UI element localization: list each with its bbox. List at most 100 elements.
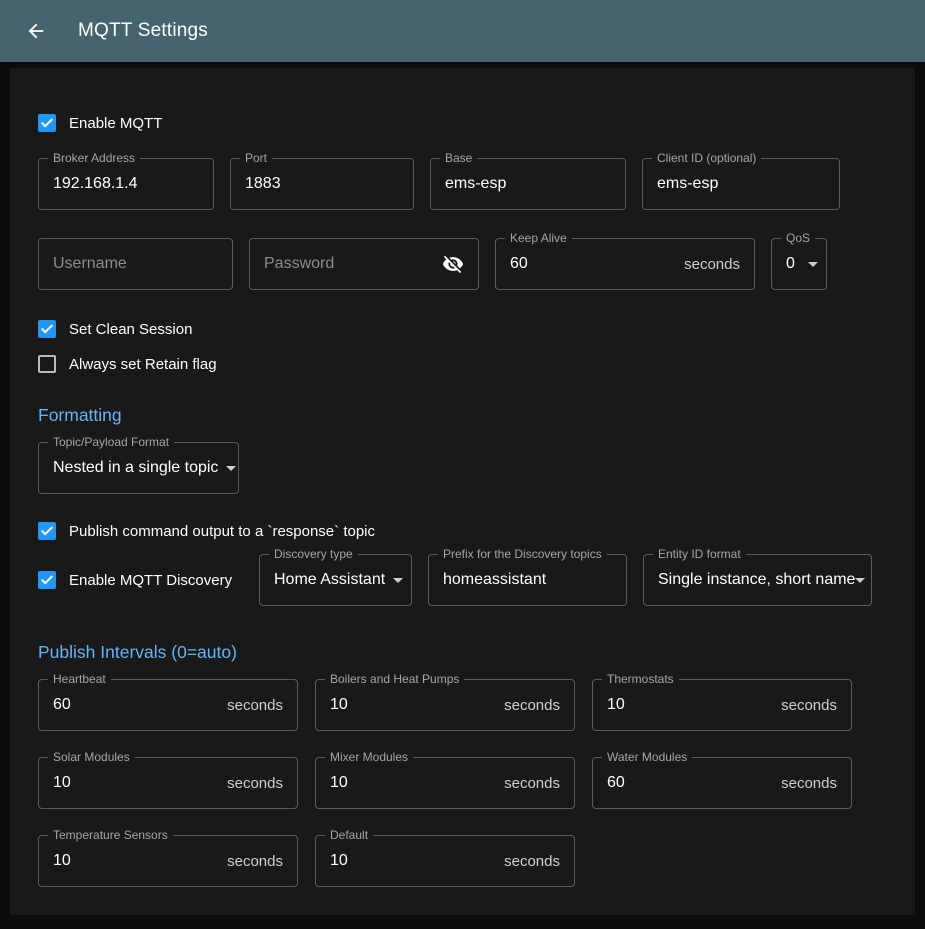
checkbox-label: Always set Retain flag xyxy=(69,356,217,373)
interval-field-temperature-sensors[interactable]: Temperature Sensors 10 seconds xyxy=(38,835,298,887)
field-label: Topic/Payload Format xyxy=(48,436,174,449)
field-label: Water Modules xyxy=(602,751,692,764)
password-field[interactable]: Password xyxy=(249,238,479,290)
field-value: 10 xyxy=(330,696,348,714)
field-placeholder: Username xyxy=(53,255,127,273)
checkbox-checked-icon xyxy=(38,114,56,132)
retain-flag-checkbox[interactable]: Always set Retain flag xyxy=(38,355,887,373)
checkbox-label: Enable MQTT Discovery xyxy=(69,572,232,589)
mqtt-discovery-checkbox[interactable]: Enable MQTT Discovery xyxy=(38,571,243,589)
interval-field-heartbeat[interactable]: Heartbeat 60 seconds xyxy=(38,679,298,731)
checkbox-label: Enable MQTT xyxy=(69,115,162,132)
field-label: Broker Address xyxy=(48,152,140,165)
field-label: Port xyxy=(240,152,272,165)
broker-row: Broker Address 192.168.1.4 Port 1883 Bas… xyxy=(38,158,887,210)
select-value: Single instance, short name xyxy=(658,571,855,589)
credentials-row: Username Password Keep Alive 60 seconds … xyxy=(38,238,887,290)
publish-response-checkbox[interactable]: Publish command output to a `response` t… xyxy=(38,522,887,540)
dropdown-arrow-icon xyxy=(393,578,403,583)
field-value: ems-esp xyxy=(445,175,506,193)
field-value: 10 xyxy=(330,852,348,870)
field-value: 10 xyxy=(53,774,71,792)
interval-field-water[interactable]: Water Modules 60 seconds xyxy=(592,757,852,809)
settings-panel: Enable MQTT Broker Address 192.168.1.4 P… xyxy=(10,68,915,915)
enable-mqtt-checkbox[interactable]: Enable MQTT xyxy=(38,114,887,132)
checkbox-checked-icon xyxy=(38,571,56,589)
field-label: Prefix for the Discovery topics xyxy=(438,548,607,561)
dropdown-arrow-icon xyxy=(808,262,818,267)
checkbox-checked-icon xyxy=(38,522,56,540)
interval-field-thermostats[interactable]: Thermostats 10 seconds xyxy=(592,679,852,731)
field-suffix: seconds xyxy=(504,775,560,792)
visibility-off-icon xyxy=(442,253,464,275)
interval-field-default[interactable]: Default 10 seconds xyxy=(315,835,575,887)
toggle-password-visibility-button[interactable] xyxy=(442,253,464,275)
field-suffix: seconds xyxy=(504,697,560,714)
field-value: homeassistant xyxy=(443,571,546,589)
base-field[interactable]: Base ems-esp xyxy=(430,158,626,210)
port-field[interactable]: Port 1883 xyxy=(230,158,414,210)
field-value: 192.168.1.4 xyxy=(53,175,138,193)
formatting-heading: Formatting xyxy=(38,405,887,426)
page-title: MQTT Settings xyxy=(78,20,208,42)
clean-session-checkbox[interactable]: Set Clean Session xyxy=(38,320,887,338)
field-suffix: seconds xyxy=(684,256,740,273)
back-button[interactable] xyxy=(18,13,54,49)
field-label: Solar Modules xyxy=(48,751,135,764)
username-field[interactable]: Username xyxy=(38,238,233,290)
field-label: Default xyxy=(325,829,373,842)
topic-format-row: Topic/Payload Format Nested in a single … xyxy=(38,442,887,494)
interval-field-mixer[interactable]: Mixer Modules 10 seconds xyxy=(315,757,575,809)
publish-intervals-heading: Publish Intervals (0=auto) xyxy=(38,642,887,663)
field-label: Entity ID format xyxy=(653,548,746,561)
checkbox-label: Publish command output to a `response` t… xyxy=(69,523,375,540)
field-label: Discovery type xyxy=(269,548,358,561)
select-value: 0 xyxy=(786,255,795,273)
field-label: Boilers and Heat Pumps xyxy=(325,673,464,686)
field-label: Temperature Sensors xyxy=(48,829,173,842)
field-value: 60 xyxy=(607,774,625,792)
field-value: ems-esp xyxy=(657,175,718,193)
broker-address-field[interactable]: Broker Address 192.168.1.4 xyxy=(38,158,214,210)
field-value: 10 xyxy=(330,774,348,792)
keep-alive-field[interactable]: Keep Alive 60 seconds xyxy=(495,238,755,290)
field-value: 10 xyxy=(53,852,71,870)
field-suffix: seconds xyxy=(227,697,283,714)
intervals-grid: Heartbeat 60 seconds Boilers and Heat Pu… xyxy=(38,679,887,887)
topic-format-select[interactable]: Topic/Payload Format Nested in a single … xyxy=(38,442,239,494)
field-label: Thermostats xyxy=(602,673,679,686)
select-value: Home Assistant xyxy=(274,571,385,589)
field-placeholder: Password xyxy=(264,255,334,273)
interval-field-boilers[interactable]: Boilers and Heat Pumps 10 seconds xyxy=(315,679,575,731)
field-label: QoS xyxy=(781,232,815,245)
checkbox-checked-icon xyxy=(38,320,56,338)
discovery-prefix-field[interactable]: Prefix for the Discovery topics homeassi… xyxy=(428,554,627,606)
select-value: Nested in a single topic xyxy=(53,459,218,477)
entity-id-format-select[interactable]: Entity ID format Single instance, short … xyxy=(643,554,872,606)
field-suffix: seconds xyxy=(781,697,837,714)
field-label: Heartbeat xyxy=(48,673,111,686)
field-value: 1883 xyxy=(245,175,281,193)
field-label: Base xyxy=(440,152,477,165)
arrow-back-icon xyxy=(25,20,47,42)
field-value: 60 xyxy=(510,255,528,273)
checkbox-label: Set Clean Session xyxy=(69,321,192,338)
field-suffix: seconds xyxy=(227,775,283,792)
field-suffix: seconds xyxy=(781,775,837,792)
interval-field-solar[interactable]: Solar Modules 10 seconds xyxy=(38,757,298,809)
field-suffix: seconds xyxy=(504,853,560,870)
field-label: Mixer Modules xyxy=(325,751,413,764)
field-label: Keep Alive xyxy=(505,232,572,245)
discovery-type-select[interactable]: Discovery type Home Assistant xyxy=(259,554,412,606)
field-suffix: seconds xyxy=(227,853,283,870)
client-id-field[interactable]: Client ID (optional) ems-esp xyxy=(642,158,840,210)
field-value: 60 xyxy=(53,696,71,714)
discovery-row: Enable MQTT Discovery Discovery type Hom… xyxy=(38,554,887,606)
dropdown-arrow-icon xyxy=(855,578,865,583)
app-bar: MQTT Settings xyxy=(0,0,925,62)
checkbox-unchecked-icon xyxy=(38,355,56,373)
dropdown-arrow-icon xyxy=(226,466,236,471)
qos-select[interactable]: QoS 0 xyxy=(771,238,827,290)
field-label: Client ID (optional) xyxy=(652,152,761,165)
field-value: 10 xyxy=(607,696,625,714)
